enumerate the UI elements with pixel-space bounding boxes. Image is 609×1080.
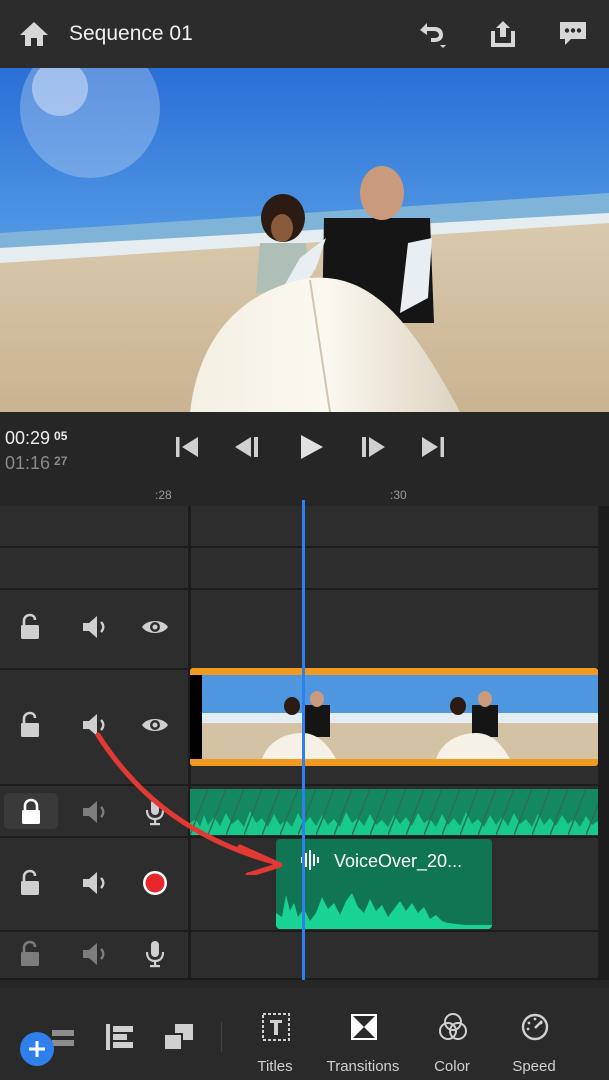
speed-icon: [521, 1013, 549, 1041]
tool-label: Speed: [512, 1058, 556, 1075]
sequence-title: Sequence 01: [69, 22, 193, 45]
undo-icon[interactable]: [414, 18, 448, 50]
bottom-toolbar: Titles Transitions Color Speed: [0, 988, 609, 1080]
ruler-tick: :30: [390, 488, 407, 502]
plus-icon: [29, 1041, 45, 1057]
toolbar-divider: [221, 1022, 222, 1052]
track-lane: [0, 548, 598, 588]
video-preview[interactable]: [0, 68, 609, 412]
annotation-arrow: [95, 732, 283, 875]
share-icon[interactable]: [486, 18, 520, 50]
tool-label: Titles: [257, 1058, 293, 1075]
current-timecode: 00:29 05: [5, 428, 68, 448]
add-media-icon[interactable]: [52, 1026, 76, 1054]
voiceover-clip-label: VoiceOver_20...: [334, 851, 463, 871]
speaker-icon[interactable]: [80, 939, 110, 969]
total-duration: 01:16 27: [5, 453, 68, 473]
clip-thumbnail: [550, 675, 598, 759]
lock-open-icon[interactable]: [16, 868, 46, 898]
app-header: Sequence 01: [0, 0, 609, 68]
play-icon[interactable]: [296, 432, 326, 462]
track-body[interactable]: [191, 506, 598, 546]
ruler-tick: :28: [155, 488, 172, 502]
tool-titles[interactable]: Titles: [235, 988, 315, 1080]
titles-icon: [262, 1013, 290, 1041]
track-lane: [0, 506, 598, 546]
add-button[interactable]: [20, 1032, 54, 1066]
track-body[interactable]: [191, 590, 598, 668]
lock-closed-icon[interactable]: [16, 797, 46, 827]
lock-open-icon[interactable]: [16, 612, 46, 642]
step-forward-icon[interactable]: [357, 432, 387, 462]
transitions-icon: [351, 1014, 377, 1040]
tool-color[interactable]: Color: [412, 988, 492, 1080]
lock-open-icon[interactable]: [16, 710, 46, 740]
clip-thumbnail: [376, 675, 550, 759]
tool-label: Transitions: [326, 1058, 400, 1075]
track-body[interactable]: [191, 932, 598, 978]
tool-label: Color: [434, 1058, 470, 1075]
tool-speed[interactable]: Speed: [494, 988, 574, 1080]
track-body[interactable]: [191, 548, 598, 588]
color-icon: [439, 1013, 467, 1040]
feedback-icon[interactable]: [556, 18, 590, 50]
voiceover-waveform: [276, 893, 492, 929]
skip-to-end-icon[interactable]: [418, 432, 448, 462]
track-header: [0, 506, 188, 546]
tracks-list-icon[interactable]: [106, 1022, 134, 1052]
step-back-icon[interactable]: [233, 432, 263, 462]
layers-icon[interactable]: [163, 1022, 195, 1052]
playhead[interactable]: [302, 500, 305, 980]
voiceover-clip[interactable]: VoiceOver_20...: [276, 839, 492, 929]
eye-icon[interactable]: [140, 612, 170, 642]
home-icon[interactable]: [18, 20, 50, 48]
lock-open-icon[interactable]: [16, 939, 46, 969]
speaker-icon[interactable]: [80, 612, 110, 642]
microphone-icon[interactable]: [140, 939, 170, 969]
tool-transitions[interactable]: Transitions: [323, 988, 403, 1080]
skip-to-start-icon[interactable]: [172, 432, 202, 462]
track-header: [0, 548, 188, 588]
